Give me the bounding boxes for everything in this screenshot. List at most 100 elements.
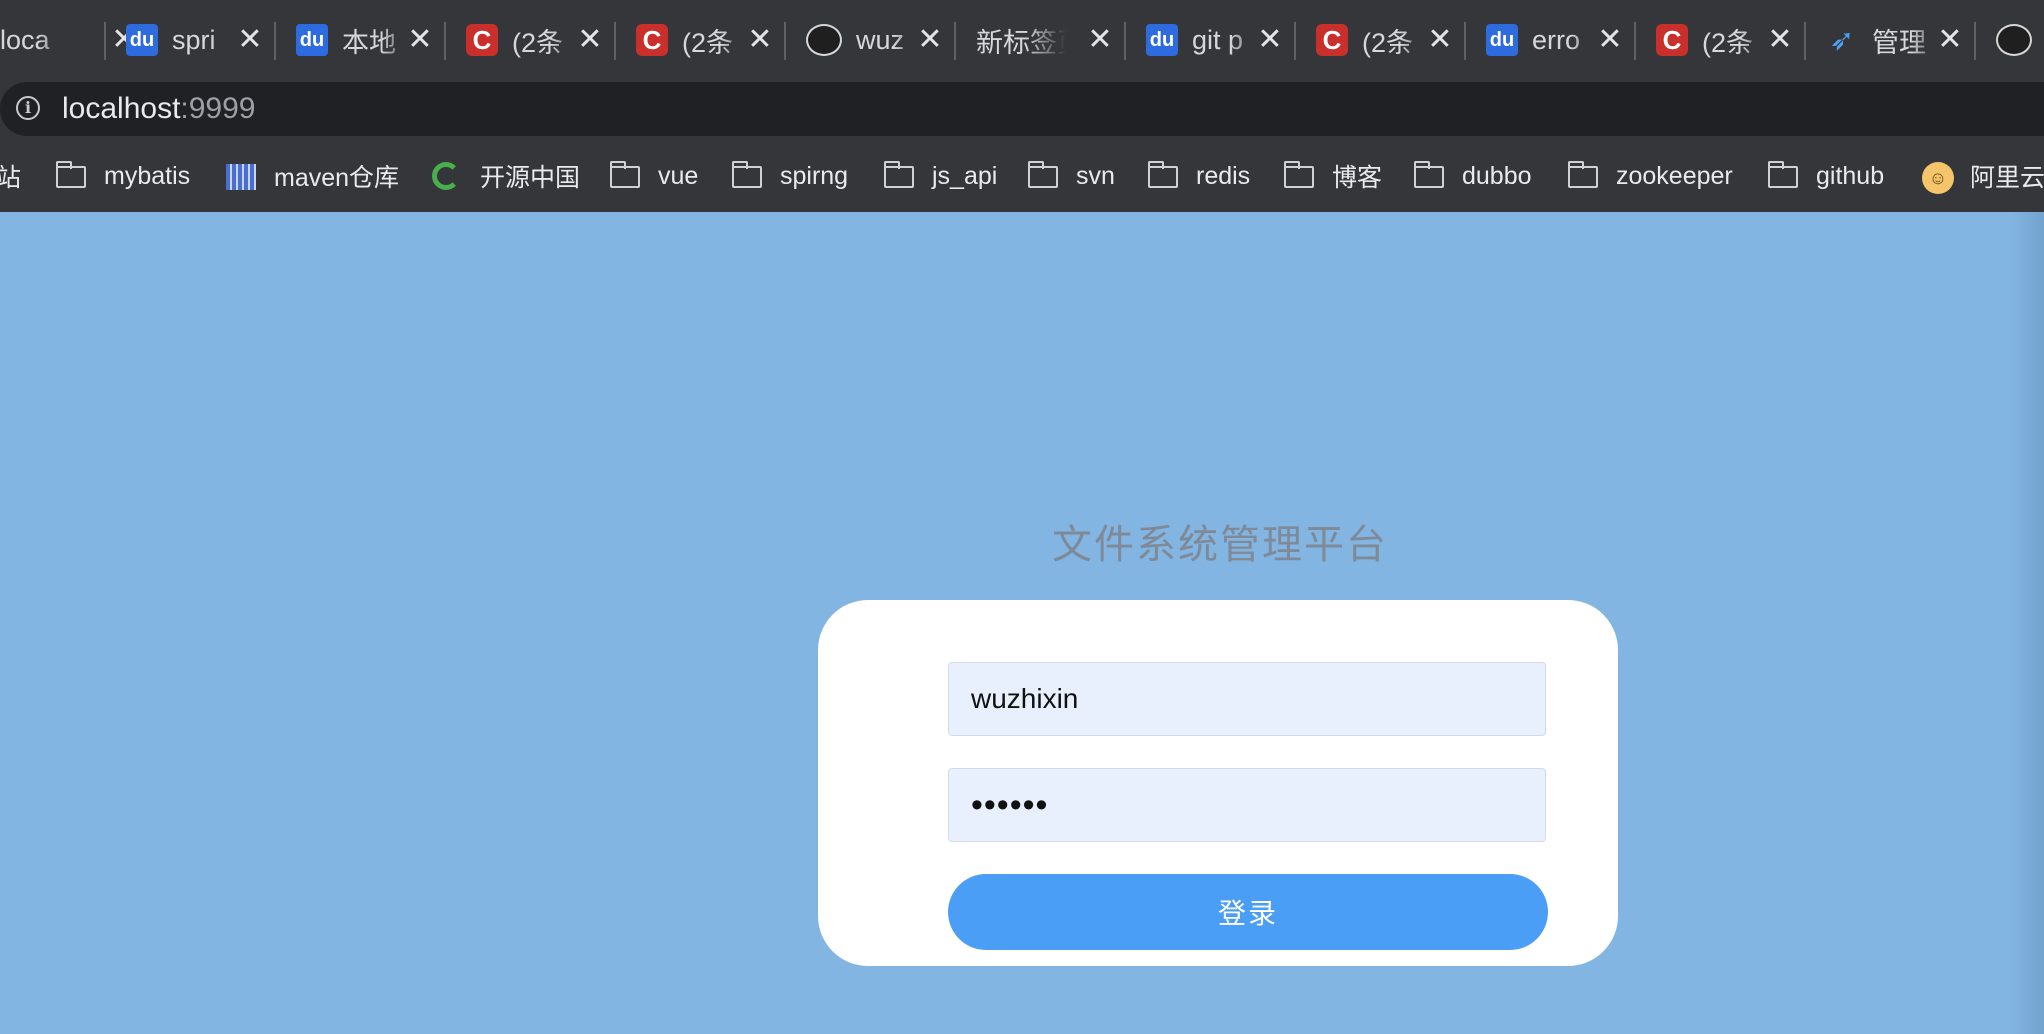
folder-icon [1567,161,1600,190]
tab-title: loca [0,24,50,55]
baidu-icon: du [1146,24,1178,56]
close-icon[interactable]: ✕ [746,25,774,55]
bookmark-label: dubbo [1462,161,1532,190]
bookmark-label: maven仓库 [274,164,400,192]
info-icon[interactable]: i [16,96,40,120]
close-icon[interactable]: ✕ [576,25,604,55]
tab-title: git p [1192,24,1244,55]
bookmark-label: zookeeper [1616,161,1733,190]
bookmark-blog[interactable]: 博客 [1283,158,1383,194]
bookmark-label: svn [1076,161,1115,190]
tab-title: 管理 [1872,27,1926,58]
url-text[interactable]: localhost:9999 [62,92,255,126]
tab-github[interactable]: wuz ✕ [784,8,954,72]
baidu-icon: du [126,24,158,56]
bookmark-label: 博客 [1332,164,1383,192]
bookmark-oschina[interactable]: 开源中国 [432,158,580,194]
tab-title: 本地 [342,27,396,58]
address-bar[interactable]: i localhost:9999 [0,82,2044,136]
bookmark-maven[interactable]: maven仓库 [226,158,399,194]
tab-csdn-4[interactable]: C (2条 ✕ [1634,8,1804,72]
aliyun-icon: ☺ [1922,162,1954,194]
tab-title: (2条 [512,27,564,58]
maven-icon [226,162,258,190]
bookmark-svn[interactable]: svn [1027,158,1115,194]
tab-csdn-1[interactable]: C (2条 ✕ [444,8,614,72]
tab-csdn-3[interactable]: C (2条 ✕ [1294,8,1464,72]
bookmark-label: mybatis [104,161,191,190]
bookmark-label: 阿里云 [1970,164,2044,192]
password-input[interactable]: •••••• [948,768,1546,842]
folder-icon [1283,161,1316,190]
github-icon [806,24,842,56]
tab-new-tab[interactable]: 新标签页 ✕ [954,8,1124,72]
bookmark-label: vue [658,161,699,190]
folder-icon [1413,161,1446,190]
browser-toolbar: i localhost:9999 [0,80,2044,140]
folder-icon [609,161,642,190]
github-icon [1996,24,2032,56]
bookmark-spirng[interactable]: spirng [731,158,849,194]
bookmark-label: github [1816,161,1885,190]
tab-spring[interactable]: du spri ✕ [104,8,274,72]
csdn-icon: C [466,24,498,56]
folder-icon [1767,161,1800,190]
bookmark-github[interactable]: github [1767,158,1885,194]
tab-title: (2条 [1702,27,1754,58]
bookmark-partial[interactable]: 站 [0,158,21,194]
page-title: 文件系统管理平台 [1052,523,1388,567]
bookmarks-bar: 站 mybatis maven仓库 开源中国 vue spirng js_api… [0,140,2044,212]
folder-icon [1027,161,1060,190]
folder-icon [731,161,764,190]
tab-title: 新标签页 [976,27,1066,58]
close-icon[interactable]: ✕ [1256,25,1284,55]
login-button[interactable]: 登录 [948,874,1548,950]
bookmark-js-api[interactable]: js_api [883,158,998,194]
oschina-icon [432,162,464,190]
csdn-icon: C [1316,24,1348,56]
bookmark-label: js_api [932,161,998,190]
window-edge-shadow [2010,212,2044,1034]
tab-local[interactable]: du 本地 ✕ [274,8,444,72]
close-icon[interactable]: ✕ [1936,25,1964,55]
tab-error[interactable]: du erro ✕ [1464,8,1634,72]
close-icon[interactable]: ✕ [1086,25,1114,55]
close-icon[interactable]: ✕ [1766,25,1794,55]
bookmark-label: redis [1196,161,1251,190]
baidu-icon: du [1486,24,1518,56]
tab-csdn-2[interactable]: C (2条 ✕ [614,8,784,72]
bookmark-aliyun[interactable]: ☺ 阿里云 [1922,158,2044,194]
tab-title: (2条 [1362,27,1414,58]
tab-git[interactable]: du git p ✕ [1124,8,1294,72]
url-port: :9999 [180,92,256,125]
bookmark-zookeeper[interactable]: zookeeper [1567,158,1733,194]
baidu-icon: du [296,24,328,56]
close-icon[interactable]: ✕ [406,25,434,55]
bookmark-dubbo[interactable]: dubbo [1413,158,1532,194]
tab-title: (2条 [682,27,734,58]
tab-title: spri [172,24,216,55]
bookmark-label: spirng [780,161,849,190]
close-icon[interactable]: ✕ [236,25,264,55]
folder-icon [1147,161,1180,190]
close-icon[interactable]: ✕ [1426,25,1454,55]
csdn-icon: C [1656,24,1688,56]
folder-icon [55,161,88,190]
rocket-icon: ➶ [1829,23,1855,57]
tab-admin[interactable]: ➶ 管理 ✕ [1804,8,1974,72]
url-host: localhost [62,92,181,125]
bookmark-label: 站 [0,164,22,192]
tab-github-partial[interactable] [1974,8,2044,72]
login-card: wuzhixin •••••• 登录 [818,600,1618,966]
bookmark-redis[interactable]: redis [1147,158,1251,194]
close-icon[interactable]: ✕ [1596,25,1624,55]
bookmark-vue[interactable]: vue [609,158,699,194]
folder-icon [883,161,916,190]
tab-strip: loca ✕ du spri ✕ du 本地 ✕ C (2条 ✕ C (2条 ✕… [0,0,2044,80]
close-icon[interactable]: ✕ [916,25,944,55]
tab-title: erro [1532,24,1581,55]
csdn-icon: C [636,24,668,56]
username-input[interactable]: wuzhixin [948,662,1546,736]
bookmark-mybatis[interactable]: mybatis [55,158,191,194]
bookmark-label: 开源中国 [480,164,581,192]
